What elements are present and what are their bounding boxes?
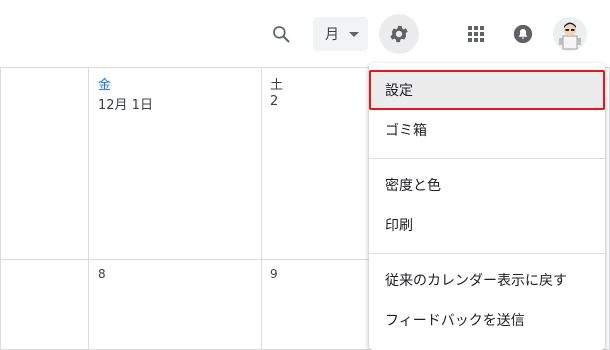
menu-item-classic-calendar[interactable]: 従来のカレンダー表示に戻す [369, 260, 605, 300]
top-bar: 月 [0, 0, 610, 68]
menu-item-density-color[interactable]: 密度と色 [369, 165, 605, 205]
menu-item-settings[interactable]: 設定 [369, 70, 605, 110]
view-select[interactable]: 月 [313, 17, 368, 51]
week-divider [0, 259, 369, 260]
menu-divider [369, 253, 605, 254]
settings-button[interactable] [379, 14, 419, 54]
bell-icon [513, 24, 533, 44]
menu-item-label: 従来のカレンダー表示に戻す [385, 273, 567, 289]
view-select-label: 月 [325, 27, 339, 43]
day-of-week-fri: 金 [98, 78, 112, 93]
day-of-week-sat: 土 [270, 78, 284, 93]
search-icon [273, 26, 290, 43]
menu-item-label: 設定 [385, 83, 413, 99]
user-avatar[interactable] [553, 17, 587, 51]
chevron-down-icon [349, 32, 359, 37]
column-divider [88, 68, 89, 350]
apps-button[interactable] [456, 14, 496, 54]
avatar-image [553, 17, 587, 51]
search-button[interactable] [261, 14, 301, 54]
menu-item-label: ゴミ箱 [385, 123, 427, 139]
date-dec-9[interactable]: 9 [270, 267, 278, 281]
notifications-button[interactable] [503, 14, 543, 54]
settings-menu: 設定 ゴミ箱 密度と色 印刷 従来のカレンダー表示に戻す フィードバックを送信 [369, 63, 605, 350]
menu-item-label: フィードバックを送信 [385, 313, 525, 329]
apps-grid-icon [468, 26, 484, 42]
gear-icon [390, 25, 408, 43]
menu-item-print[interactable]: 印刷 [369, 205, 605, 245]
date-dec-2[interactable]: 2 [270, 94, 278, 109]
date-dec-1[interactable]: 12月 1日 [98, 94, 153, 113]
menu-item-label: 密度と色 [385, 178, 441, 194]
menu-item-send-feedback[interactable]: フィードバックを送信 [369, 300, 605, 340]
menu-divider [369, 158, 605, 159]
menu-item-trash[interactable]: ゴミ箱 [369, 110, 605, 150]
column-divider [261, 68, 262, 350]
menu-item-label: 印刷 [385, 218, 413, 234]
date-dec-8[interactable]: 8 [98, 267, 106, 281]
